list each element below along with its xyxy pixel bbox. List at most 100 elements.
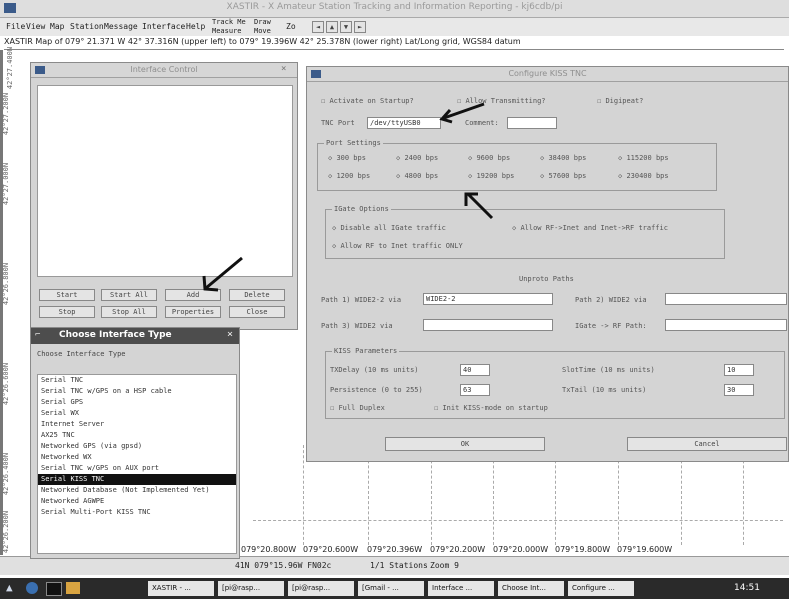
baud-4800-radio[interactable]: ◇ 4800 bps [396,172,438,180]
start-all-button[interactable]: Start All [101,289,157,301]
txtail-field[interactable]: 30 [724,384,754,396]
measure-toggle[interactable]: Measure [212,27,242,35]
menu-message[interactable]: Message [104,22,138,31]
pan-left-button[interactable]: ◄ [312,21,324,33]
map-lat-label-1: 42°27.400N [6,46,15,90]
interface-type-item[interactable]: Serial WX [38,408,236,419]
draw-toggle[interactable]: Draw [254,18,271,26]
interface-type-item[interactable]: Internet Server [38,419,236,430]
menu-icon[interactable]: ▲ [6,581,13,594]
choose-interface-titlebar: ⌐ Choose Interface Type × [31,328,239,344]
menu-interface[interactable]: Interface [142,22,185,31]
interface-type-item[interactable]: Serial TNC w/GPS on AUX port [38,463,236,474]
tnc-port-field[interactable]: /dev/ttyUSB0 [367,117,441,129]
taskbar-item[interactable]: Interface ... [428,581,494,596]
port-settings-title: Port Settings [324,139,383,147]
igate-rf-only-radio[interactable]: ◇ Allow RF to Inet traffic ONLY [332,242,463,250]
cancel-button[interactable]: Cancel [627,437,787,451]
interface-type-item[interactable]: Serial GPS [38,397,236,408]
slottime-field[interactable]: 10 [724,364,754,376]
interface-type-item[interactable]: Networked GPS (via gpsd) [38,441,236,452]
taskbar-item[interactable]: Configure ... [568,581,634,596]
interface-type-item[interactable]: AX25 TNC [38,430,236,441]
interface-type-list[interactable]: Serial TNC Serial TNC w/GPS on a HSP cabl… [37,374,237,554]
menu-map[interactable]: Map [50,22,64,31]
taskbar-item[interactable]: XASTIR - ... [148,581,214,596]
interface-control-title: Interface Control [130,65,198,74]
taskbar-item[interactable]: [pi@rasp... [288,581,354,596]
baud-1200-radio[interactable]: ◇ 1200 bps [328,172,370,180]
interface-type-item[interactable]: Serial KISS TNC [38,474,236,485]
main-titlebar: XASTIR - X Amateur Station Tracking and … [0,0,789,18]
interface-type-item[interactable]: Networked Database (Not Implemented Yet) [38,485,236,496]
menu-view[interactable]: View [26,22,45,31]
baud-57600-radio[interactable]: ◇ 57600 bps [540,172,586,180]
baud-9600-radio[interactable]: ◇ 9600 bps [468,154,510,162]
browser-icon[interactable] [26,582,38,594]
close-icon[interactable]: × [281,64,286,74]
arrow-to-add-icon [202,256,243,292]
terminal-icon[interactable] [46,582,62,596]
igate-rf-path-field[interactable] [665,319,787,331]
menu-station[interactable]: Station [70,22,104,31]
init-kiss-checkbox[interactable]: ☐ Init KISS-mode on startup [434,404,548,412]
interface-type-item[interactable]: Serial TNC w/GPS on a HSP cable [38,386,236,397]
path1-field[interactable]: WIDE2-2 [423,293,553,305]
path3-label: Path 3) WIDE2 via [321,322,393,330]
menu-file[interactable]: File [6,22,25,31]
close-button[interactable]: Close [229,306,285,318]
comment-field[interactable] [507,117,557,129]
map-lat-label-4: 42°26.800N [2,262,11,306]
baud-300-radio[interactable]: ◇ 300 bps [328,154,366,162]
interface-type-item[interactable]: Serial Multi-Port KISS TNC [38,507,236,518]
txdelay-field[interactable]: 40 [460,364,490,376]
baud-19200-radio[interactable]: ◇ 19200 bps [468,172,514,180]
full-duplex-checkbox[interactable]: ☐ Full Duplex [330,404,385,412]
port-settings-group: Port Settings ◇ 300 bps ◇ 2400 bps ◇ 960… [317,139,717,191]
activate-checkbox[interactable]: ☐ Activate on Startup? [321,97,414,105]
path2-field[interactable] [665,293,787,305]
txdelay-label: TXDelay (10 ms units) [330,366,419,374]
track-me-toggle[interactable]: Track Me [212,18,246,26]
interface-control-titlebar: Interface Control [31,63,297,78]
menu-help[interactable]: Help [186,22,205,31]
baud-115200-radio[interactable]: ◇ 115200 bps [618,154,669,162]
interface-list[interactable] [37,85,293,277]
start-button[interactable]: Start [39,289,95,301]
pan-down-button[interactable]: ▼ [340,21,352,33]
baud-2400-radio[interactable]: ◇ 2400 bps [396,154,438,162]
map-lon-label-3: 079°20.396W [367,545,423,554]
properties-button[interactable]: Properties [165,306,221,318]
path3-field[interactable] [423,319,553,331]
interface-control-window: Interface Control × Start Start All Add … [30,62,298,330]
pan-up-button[interactable]: ▲ [326,21,338,33]
configure-kiss-title: Configure KISS TNC [508,69,587,78]
taskbar-item[interactable]: [pi@rasp... [218,581,284,596]
zoom-button[interactable]: Zo [286,22,296,31]
map-lat-label-7: 42°26.200N [2,510,11,554]
files-icon[interactable] [66,582,80,594]
interface-type-item[interactable]: Networked AGWPE [38,496,236,507]
baud-230400-radio[interactable]: ◇ 230400 bps [618,172,669,180]
interface-type-item[interactable]: Serial TNC [38,375,236,386]
persistence-field[interactable]: 63 [460,384,490,396]
move-toggle[interactable]: Move [254,27,271,35]
ok-button[interactable]: OK [385,437,545,451]
map-lat-label-6: 42°26.400N [2,452,11,496]
stop-all-button[interactable]: Stop All [101,306,157,318]
kiss-parameters-title: KISS Parameters [332,347,400,355]
map-lon-label-2: 079°20.600W [303,545,359,554]
digipeat-checkbox[interactable]: ☐ Digipeat? [597,97,643,105]
map-lon-label-4: 079°20.200W [430,545,486,554]
pan-right-button[interactable]: ► [354,21,366,33]
baud-38400-radio[interactable]: ◇ 38400 bps [540,154,586,162]
igate-disable-radio[interactable]: ◇ Disable all IGate traffic [332,224,446,232]
igate-both-radio[interactable]: ◇ Allow RF->Inet and Inet->RF traffic [512,224,668,232]
interface-type-item[interactable]: Networked WX [38,452,236,463]
stop-button[interactable]: Stop [39,306,95,318]
taskbar-item[interactable]: Choose Int... [498,581,564,596]
close-icon[interactable]: × [227,329,233,340]
tool-icon: ⌐ [35,330,41,340]
unproto-paths-title: Unproto Paths [519,275,574,283]
taskbar-item[interactable]: [Gmail - ... [358,581,424,596]
